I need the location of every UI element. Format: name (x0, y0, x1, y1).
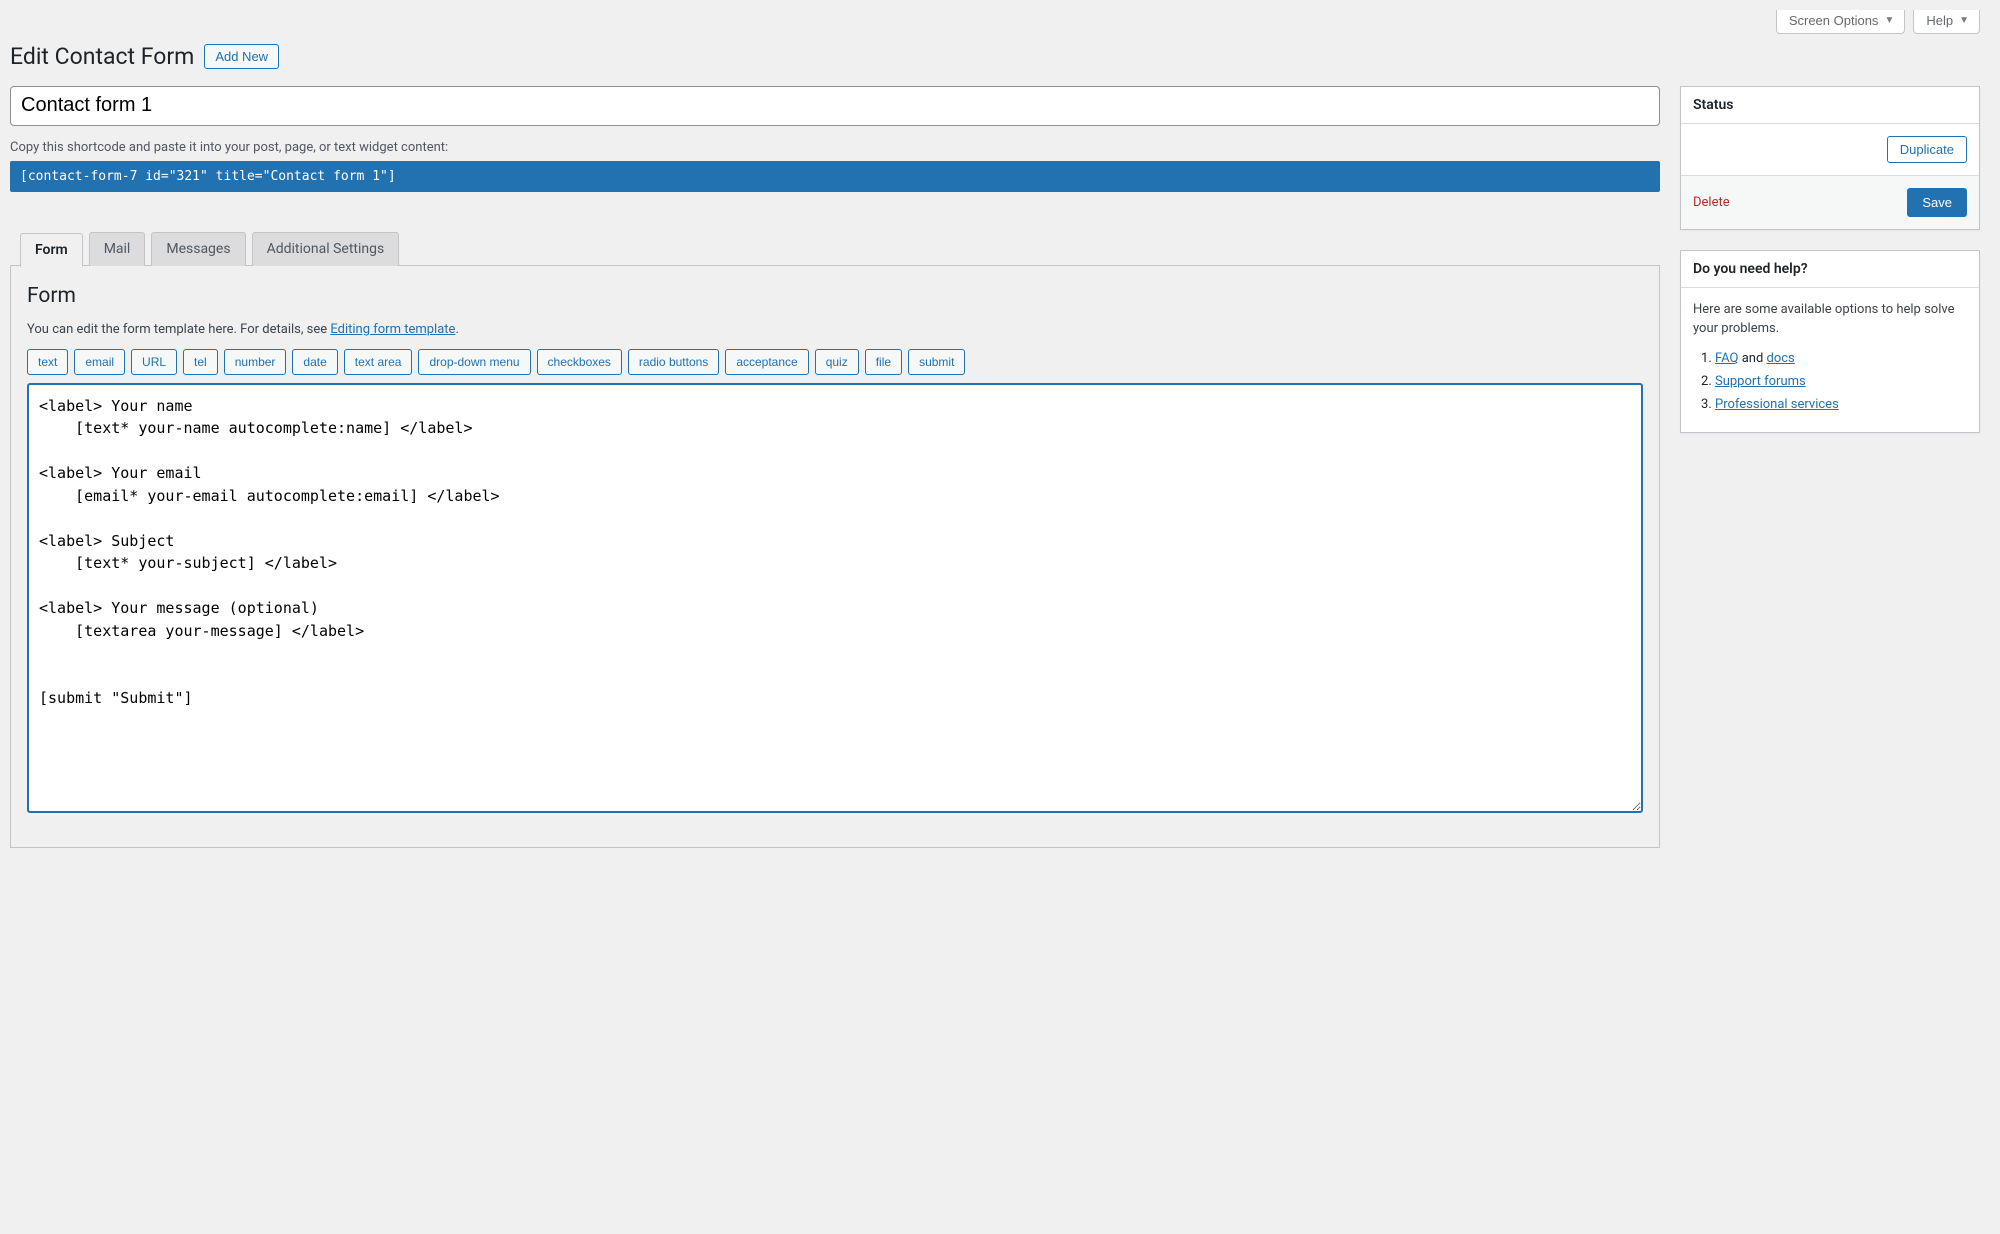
tag-button-drop-down-menu[interactable]: drop-down menu (418, 349, 530, 375)
duplicate-button[interactable]: Duplicate (1887, 136, 1967, 163)
tag-button-url[interactable]: URL (131, 349, 177, 375)
tag-button-submit[interactable]: submit (908, 349, 965, 375)
tab-panel-form: Form You can edit the form template here… (10, 265, 1660, 848)
delete-link[interactable]: Delete (1693, 195, 1730, 210)
help-button[interactable]: Help ▼ (1913, 10, 1980, 34)
tag-button-text-area[interactable]: text area (344, 349, 413, 375)
tag-button-date[interactable]: date (292, 349, 337, 375)
tag-button-quiz[interactable]: quiz (815, 349, 859, 375)
tag-button-radio-buttons[interactable]: radio buttons (628, 349, 719, 375)
support-forums-link[interactable]: Support forums (1715, 374, 1806, 389)
help-item-1-mid: and (1738, 351, 1766, 366)
status-box: Status Duplicate Delete Save (1680, 86, 1980, 230)
form-panel-heading: Form (27, 284, 1643, 308)
shortcode-field[interactable] (10, 161, 1660, 192)
tag-button-checkboxes[interactable]: checkboxes (537, 349, 622, 375)
form-title-input[interactable] (10, 86, 1660, 126)
help-box: Do you need help? Here are some availabl… (1680, 250, 1980, 433)
form-desc-suffix: . (455, 322, 458, 337)
chevron-down-icon: ▼ (1884, 15, 1894, 26)
page-title: Edit Contact Form (10, 42, 194, 72)
tag-button-email[interactable]: email (74, 349, 125, 375)
tabs-nav: Form Mail Messages Additional Settings (10, 232, 1660, 266)
help-intro: Here are some available options to help … (1693, 300, 1967, 339)
tab-additional-settings[interactable]: Additional Settings (252, 232, 400, 266)
tab-mail[interactable]: Mail (89, 232, 146, 266)
help-item-1: FAQ and docs (1715, 351, 1967, 366)
add-new-button[interactable]: Add New (204, 44, 279, 69)
status-heading: Status (1681, 87, 1979, 124)
form-panel-description: You can edit the form template here. For… (27, 322, 1643, 337)
tag-button-number[interactable]: number (224, 349, 287, 375)
screen-options-label: Screen Options (1789, 13, 1879, 28)
chevron-down-icon: ▼ (1959, 15, 1969, 26)
tab-messages[interactable]: Messages (151, 232, 245, 266)
screen-options-button[interactable]: Screen Options ▼ (1776, 10, 1906, 34)
editing-template-link[interactable]: Editing form template (330, 322, 455, 337)
tag-button-acceptance[interactable]: acceptance (725, 349, 808, 375)
form-desc-prefix: You can edit the form template here. For… (27, 322, 330, 337)
tag-buttons-row: textemailURLtelnumberdate text areadrop-d… (27, 349, 1643, 375)
save-button[interactable]: Save (1907, 188, 1967, 217)
professional-services-link[interactable]: Professional services (1715, 397, 1839, 412)
help-item-3: Professional services (1715, 397, 1967, 412)
help-label: Help (1926, 13, 1953, 28)
docs-link[interactable]: docs (1767, 351, 1795, 366)
tab-form[interactable]: Form (20, 233, 83, 267)
form-template-textarea[interactable] (27, 383, 1643, 813)
help-heading: Do you need help? (1681, 251, 1979, 288)
tag-button-text[interactable]: text (27, 349, 68, 375)
shortcode-description: Copy this shortcode and paste it into yo… (10, 140, 1660, 155)
tag-button-tel[interactable]: tel (183, 349, 218, 375)
tag-button-file[interactable]: file (865, 349, 902, 375)
help-item-2: Support forums (1715, 374, 1967, 389)
faq-link[interactable]: FAQ (1715, 351, 1738, 366)
